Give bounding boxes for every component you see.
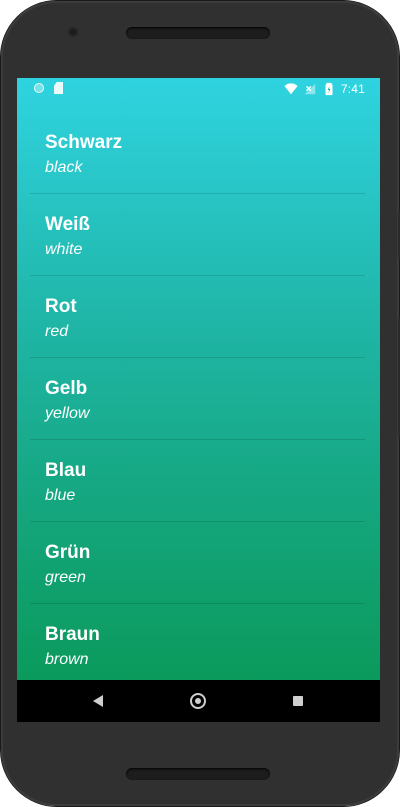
english-word: red	[45, 323, 69, 340]
german-word: Weiß	[45, 214, 91, 235]
list-item[interactable]: Gelb yellow	[17, 358, 380, 440]
recent-apps-icon[interactable]	[293, 696, 303, 706]
english-word: yellow	[45, 405, 90, 422]
home-icon-inner	[195, 698, 201, 704]
list-item[interactable]: Blau blue	[17, 440, 380, 522]
german-word: Blau	[45, 460, 87, 481]
sd-card-icon	[54, 82, 63, 94]
german-word: Grün	[45, 542, 91, 563]
status-bar: 7:41	[17, 78, 380, 100]
english-word: white	[45, 241, 83, 258]
status-time: 7:41	[340, 82, 365, 96]
german-word: Gelb	[45, 378, 88, 399]
list-item[interactable]: Grün green	[17, 522, 380, 604]
english-word: blue	[45, 487, 76, 504]
circle-indicator-icon	[34, 83, 44, 93]
front-camera-icon	[68, 27, 78, 37]
list-item[interactable]: Schwarz black	[17, 112, 380, 194]
back-icon[interactable]	[93, 695, 103, 707]
phone-device: 7:41 Schwarz black Weiß white Rot red Ge…	[0, 0, 400, 807]
colors-app: 7:41 Schwarz black Weiß white Rot red Ge…	[17, 78, 380, 680]
list-item[interactable]: Rot red	[17, 276, 380, 358]
list-item[interactable]: Weiß white	[17, 194, 380, 276]
screen: 7:41 Schwarz black Weiß white Rot red Ge…	[17, 78, 380, 722]
colors-list: Schwarz black Weiß white Rot red Gelb ye…	[17, 112, 380, 680]
battery-icon	[325, 82, 333, 96]
german-word: Rot	[45, 296, 77, 317]
english-word: black	[45, 159, 83, 176]
english-word: brown	[45, 651, 89, 668]
german-word: Schwarz	[45, 132, 123, 153]
top-speaker-grille	[126, 27, 270, 39]
german-word: Braun	[45, 624, 100, 645]
bottom-speaker-grille	[126, 768, 270, 780]
list-item[interactable]: Braun brown	[17, 604, 380, 680]
no-signal-icon	[304, 83, 316, 95]
status-icons: 7:41	[284, 81, 365, 97]
english-word: green	[45, 569, 86, 586]
navigation-bar	[17, 680, 380, 722]
wifi-icon	[284, 83, 298, 95]
home-icon[interactable]	[190, 693, 206, 709]
